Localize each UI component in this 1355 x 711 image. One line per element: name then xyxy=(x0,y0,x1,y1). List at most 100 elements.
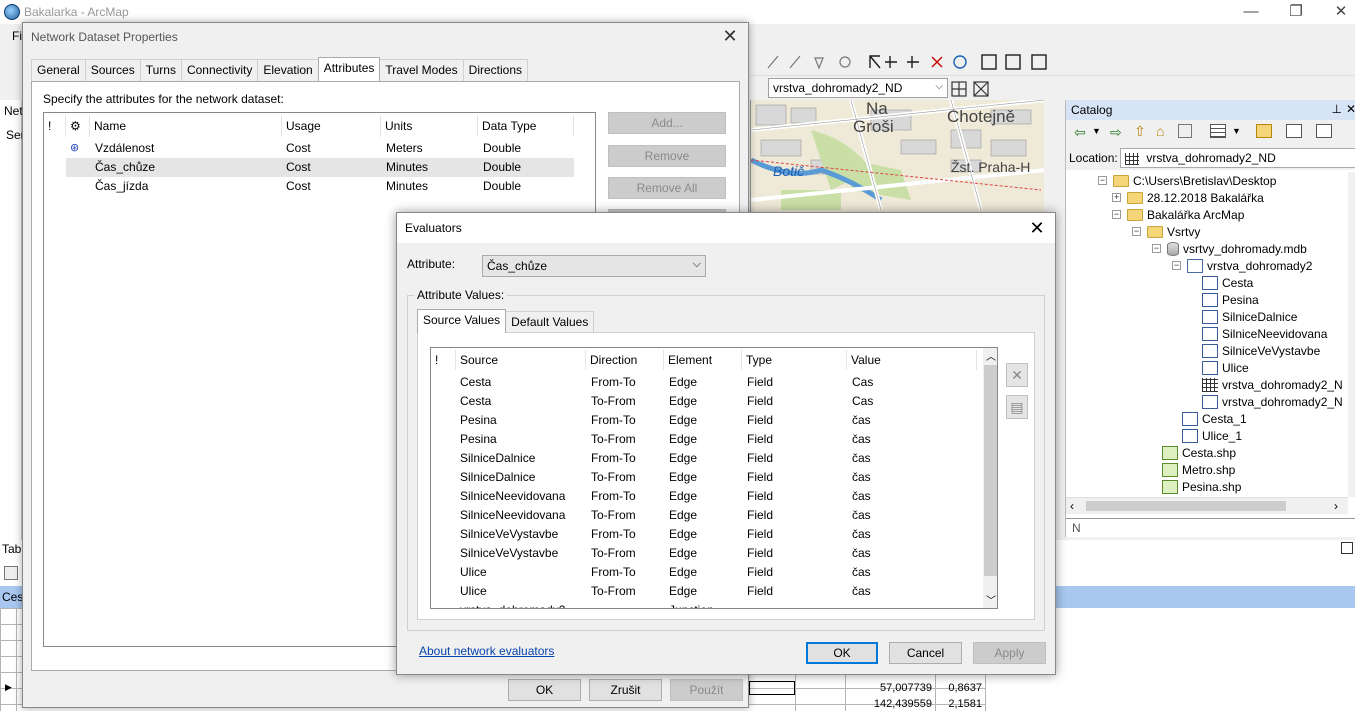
attribute-row[interactable]: Čas_chůze Cost Minutes Double xyxy=(66,158,574,177)
attribute-row[interactable]: Čas_jízda Cost Minutes Double xyxy=(66,177,574,196)
evaluators-vscrollbar[interactable]: ︿ ﹀ xyxy=(983,348,997,608)
collapse-icon[interactable]: − xyxy=(1172,261,1181,270)
column-header-value[interactable]: Value xyxy=(847,350,977,370)
expand-icon[interactable]: + xyxy=(1112,193,1121,202)
options-icon[interactable] xyxy=(1316,124,1332,138)
catalog-tree-item[interactable]: vrstva_dohromady2_N xyxy=(1202,376,1343,393)
remove-attribute-button[interactable]: Remove xyxy=(608,145,726,167)
collapse-icon[interactable]: − xyxy=(1132,227,1141,236)
catalog-tree-item[interactable]: SilniceDalnice xyxy=(1202,308,1297,325)
maximize-icon[interactable] xyxy=(1341,542,1353,554)
catalog-tree-item[interactable]: − vrstva_dohromady2 xyxy=(1172,257,1312,274)
view-icon[interactable] xyxy=(1210,124,1226,138)
column-header-type[interactable]: Data Type xyxy=(478,115,574,137)
remove-all-button[interactable]: Remove All xyxy=(608,177,726,199)
up-folder-icon[interactable]: ⇧ xyxy=(1134,123,1146,140)
catalog-tree-item[interactable]: Pesina.shp xyxy=(1162,478,1241,495)
catalog-tree-item[interactable]: SilniceVeVystavbe xyxy=(1202,342,1320,359)
pin-icon[interactable]: ⊥ xyxy=(1332,102,1342,116)
catalog-tree-item[interactable]: − C:\Users\Bretislav\Desktop xyxy=(1098,172,1276,189)
column-header-default[interactable]: ⚙ xyxy=(66,115,90,137)
catalog-tree-item[interactable]: Ulice xyxy=(1202,359,1249,376)
scroll-thumb[interactable] xyxy=(984,365,997,576)
catalog-tree-item[interactable]: Cesta.shp xyxy=(1162,444,1236,461)
evaluator-row[interactable]: SilniceDalnice From-To Edge Field čas xyxy=(431,449,981,468)
about-evaluators-link[interactable]: About network evaluators xyxy=(419,644,554,658)
tab-turns[interactable]: Turns xyxy=(139,59,182,81)
chevron-down-icon[interactable]: ▼ xyxy=(1232,126,1241,136)
delete-evaluator-icon[interactable]: ✕ xyxy=(1006,363,1028,387)
network-dataset-dropdown[interactable]: vrstva_dohromady2_ND ⌵ xyxy=(768,78,948,98)
restore-icon[interactable]: ❐ xyxy=(1281,2,1311,22)
evaluator-properties-icon[interactable]: ▤ xyxy=(1006,395,1028,419)
catalog-tree-item[interactable]: Ulice_1 xyxy=(1182,427,1242,444)
collapse-icon[interactable]: − xyxy=(1152,244,1161,253)
column-header-flag[interactable]: ! xyxy=(44,115,66,137)
catalog-hscrollbar[interactable]: ‹ › xyxy=(1066,497,1348,514)
tab-default-values[interactable]: Default Values xyxy=(505,311,595,333)
evaluator-row[interactable]: Ulice From-To Edge Field čas xyxy=(431,563,981,582)
catalog-tree-item[interactable]: Metro.shp xyxy=(1162,461,1235,478)
connect-folder-icon[interactable] xyxy=(1178,124,1192,138)
column-header-units[interactable]: Units xyxy=(381,115,478,137)
catalog-tree-item[interactable]: SilniceNeevidovana xyxy=(1202,325,1327,342)
ok-button[interactable]: OK xyxy=(508,679,581,701)
menu-file[interactable]: Fi xyxy=(12,29,22,43)
catalog-tree-item[interactable]: − Vsrtvy xyxy=(1132,223,1200,240)
apply-button[interactable]: Použít xyxy=(670,679,743,701)
forward-icon[interactable]: ⇨ xyxy=(1110,124,1122,141)
catalog-tree-item[interactable]: Cesta_1 xyxy=(1182,410,1247,427)
catalog-tree-item[interactable]: Pesina xyxy=(1202,291,1259,308)
evaluators-list[interactable]: ! Source Direction Element Type Value Ce… xyxy=(430,347,998,609)
close-icon[interactable]: ✕ xyxy=(718,25,742,47)
chevron-down-icon[interactable]: ▼ xyxy=(1092,126,1101,136)
tab-travel-modes[interactable]: Travel Modes xyxy=(379,59,464,81)
scroll-left-icon[interactable]: ‹ xyxy=(1070,499,1074,513)
tab-connectivity[interactable]: Connectivity xyxy=(180,59,259,81)
evaluator-row[interactable]: Pesina To-From Edge Field čas xyxy=(431,430,981,449)
scroll-down-icon[interactable]: ﹀ xyxy=(986,592,996,607)
evaluator-row[interactable]: SilniceNeevidovana From-To Edge Field čas xyxy=(431,487,981,506)
network-tool-icons[interactable] xyxy=(950,79,1010,99)
catalog-tree-item[interactable]: +28.12.2018 Bakalářka xyxy=(1112,189,1264,206)
minimize-icon[interactable]: — xyxy=(1236,2,1266,22)
apply-button[interactable]: Apply xyxy=(973,642,1046,664)
column-header-type[interactable]: Type xyxy=(742,350,847,370)
evaluator-row[interactable]: Cesta To-From Edge Field Cas xyxy=(431,392,981,411)
scroll-up-icon[interactable]: ︿ xyxy=(986,348,996,363)
table-cell-selected[interactable] xyxy=(749,681,795,695)
collapse-icon[interactable]: − xyxy=(1112,210,1121,219)
location-input[interactable]: vrstva_dohromady2_ND xyxy=(1120,148,1355,168)
evaluator-row[interactable]: SilniceVeVystavbe From-To Edge Field čas xyxy=(431,525,981,544)
close-icon[interactable]: ✕ xyxy=(1346,102,1355,116)
evaluator-row[interactable]: Pesina From-To Edge Field čas xyxy=(431,411,981,430)
tree-icon[interactable] xyxy=(1286,124,1302,138)
catalog-tree-item[interactable]: Cesta xyxy=(1202,274,1253,291)
catalog-tree-item[interactable]: − Bakalářka ArcMap xyxy=(1112,206,1244,223)
add-attribute-button[interactable]: Add... xyxy=(608,112,726,134)
evaluator-row[interactable]: SilniceDalnice To-From Edge Field čas xyxy=(431,468,981,487)
column-header-source[interactable]: Source xyxy=(456,350,586,370)
tab-sources[interactable]: Sources xyxy=(84,59,141,81)
column-header-usage[interactable]: Usage xyxy=(282,115,381,137)
evaluator-row[interactable]: SilniceVeVystavbe To-From Edge Field čas xyxy=(431,544,981,563)
toolbar-icons[interactable] xyxy=(760,52,1060,72)
scroll-thumb[interactable] xyxy=(1086,501,1286,511)
evaluator-row[interactable]: Ulice To-From Edge Field čas xyxy=(431,582,981,601)
home-icon[interactable]: ⌂ xyxy=(1156,123,1164,139)
tab-directions[interactable]: Directions xyxy=(462,59,529,81)
collapse-icon[interactable]: − xyxy=(1098,176,1107,185)
back-icon[interactable]: ⇦ xyxy=(1074,124,1086,141)
catalog-vscrollbar[interactable] xyxy=(1348,172,1355,497)
new-folder-icon[interactable] xyxy=(1256,124,1272,138)
column-header-element[interactable]: Element xyxy=(664,350,742,370)
attribute-row[interactable]: ⊛ Vzdálenost Cost Meters Double xyxy=(66,139,574,158)
catalog-tree-item[interactable]: − vsrtvy_dohromady.mdb xyxy=(1152,240,1307,257)
tab-attributes[interactable]: Attributes xyxy=(317,57,381,81)
tab-elevation[interactable]: Elevation xyxy=(257,59,319,81)
tab-general[interactable]: General xyxy=(31,59,86,81)
evaluator-row[interactable]: Cesta From-To Edge Field Cas xyxy=(431,373,981,392)
column-header-name[interactable]: Name xyxy=(90,115,282,137)
tab-source-values[interactable]: Source Values xyxy=(417,309,507,333)
column-header-flag[interactable]: ! xyxy=(431,350,456,370)
